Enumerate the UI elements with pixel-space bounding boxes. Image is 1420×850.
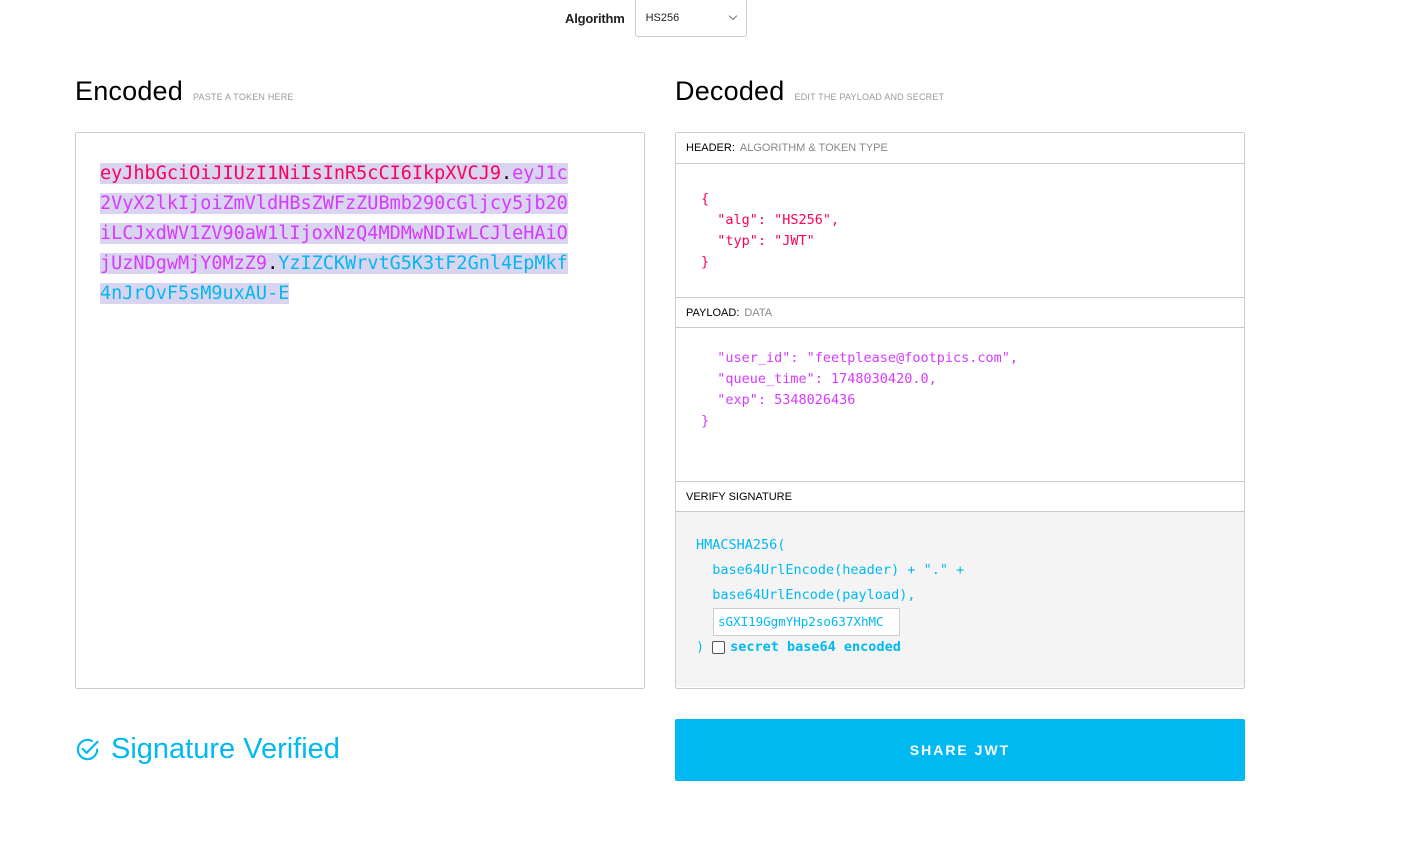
verify-signature-body: HMACSHA256( base64UrlEncode(header) + ".… xyxy=(676,512,1244,687)
payload-section-title: PAYLOAD: DATA xyxy=(676,297,1244,328)
check-circle-icon xyxy=(76,738,99,761)
payload-label: PAYLOAD: xyxy=(686,306,740,319)
decoded-panel: HEADER: ALGORITHM & TOKEN TYPE { "alg": … xyxy=(675,132,1245,689)
payload-muted-label: DATA xyxy=(744,306,773,319)
header-label: HEADER: xyxy=(686,142,735,154)
decoded-subtitle: EDIT THE PAYLOAD AND SECRET xyxy=(794,92,945,102)
algorithm-row: Algorithm HS256 xyxy=(565,0,747,37)
header-json-editor[interactable]: { "alg": "HS256", "typ": "JWT" } xyxy=(676,164,1244,297)
secret-base64-checkbox[interactable] xyxy=(712,640,726,654)
encoded-token-textarea[interactable]: eyJhbGciOiJIUzI1NiIsInR5cCI6IkpXVCJ9.eyJ… xyxy=(75,132,645,689)
algorithm-select[interactable]: HS256 xyxy=(634,0,747,37)
verify-function-name: HMACSHA256( xyxy=(696,537,786,553)
encoded-title: Encoded xyxy=(75,76,183,106)
signature-verified-text: Signature Verified xyxy=(111,733,340,765)
token-dot: . xyxy=(267,253,279,274)
verify-header-line: base64UrlEncode(header) + "." + xyxy=(696,562,965,578)
decoded-heading: Decoded EDIT THE PAYLOAD AND SECRET xyxy=(675,76,944,107)
verify-closing-row: ) secret base64 encoded xyxy=(696,639,901,655)
secret-base64-label: secret base64 encoded xyxy=(730,639,901,655)
algorithm-selected-value: HS256 xyxy=(645,12,680,24)
algorithm-label: Algorithm xyxy=(565,11,625,26)
verify-payload-line: base64UrlEncode(payload), xyxy=(696,587,916,603)
encoded-heading: Encoded PASTE A TOKEN HERE xyxy=(75,76,294,107)
secret-input[interactable]: sGXI19GgmYHp2so637XhMC xyxy=(713,608,900,636)
decoded-title: Decoded xyxy=(675,76,785,106)
signature-status: Signature Verified xyxy=(75,733,340,766)
share-jwt-button[interactable]: SHARE JWT xyxy=(675,719,1245,781)
encoded-token: eyJhbGciOiJIUzI1NiIsInR5cCI6IkpXVCJ9.eyJ… xyxy=(100,159,572,309)
verify-section-title: VERIFY SIGNATURE xyxy=(676,481,1244,512)
verify-label: VERIFY SIGNATURE xyxy=(686,490,792,503)
token-header-part: eyJhbGciOiJIUzI1NiIsInR5cCI6IkpXVCJ9 xyxy=(100,163,501,184)
encoded-subtitle: PASTE A TOKEN HERE xyxy=(193,92,294,102)
payload-json-editor[interactable]: "user_id": "feetplease@footpics.com", "q… xyxy=(676,328,1244,481)
token-dot: . xyxy=(500,163,513,184)
header-section-title: HEADER: ALGORITHM & TOKEN TYPE xyxy=(676,133,1244,164)
header-muted-label: ALGORITHM & TOKEN TYPE xyxy=(739,142,888,154)
closing-paren: ) xyxy=(696,639,705,655)
chevron-down-icon xyxy=(728,11,737,21)
